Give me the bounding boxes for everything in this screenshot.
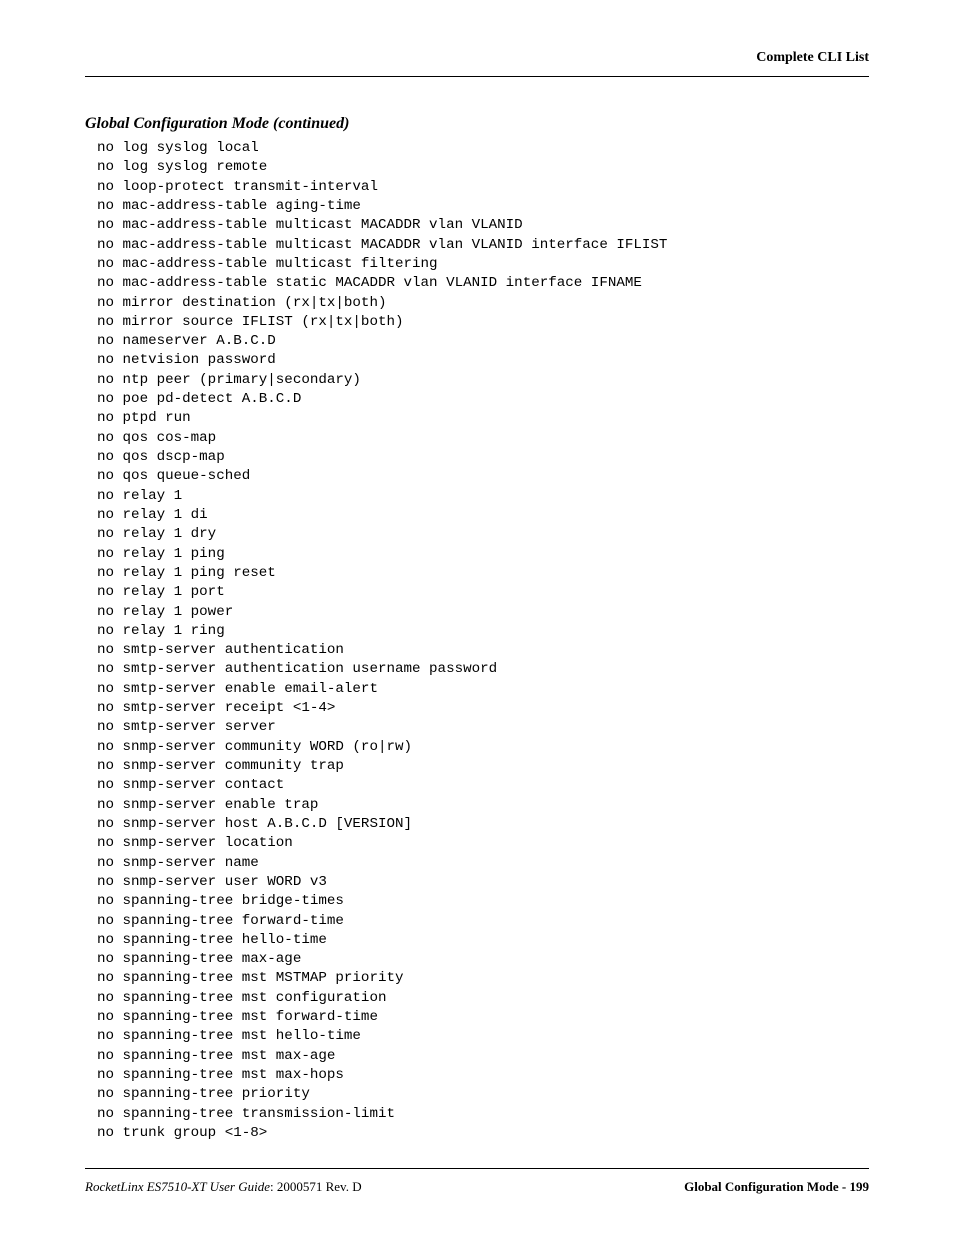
cli-command-list: no log syslog local no log syslog remote… [97,139,869,1143]
footer-right: Global Configuration Mode - 199 [684,1179,869,1195]
footer-left: RocketLinx ES7510-XT User Guide: 2000571… [85,1179,362,1195]
page: Complete CLI List Global Configuration M… [0,0,954,1235]
section-title: Global Configuration Mode (continued) [85,115,869,133]
page-footer: RocketLinx ES7510-XT User Guide: 2000571… [85,1168,869,1195]
page-header: Complete CLI List [85,50,869,77]
footer-product: RocketLinx ES7510-XT User Guide [85,1179,270,1194]
footer-doc-id: : 2000571 Rev. D [270,1179,362,1194]
header-title: Complete CLI List [756,50,869,65]
